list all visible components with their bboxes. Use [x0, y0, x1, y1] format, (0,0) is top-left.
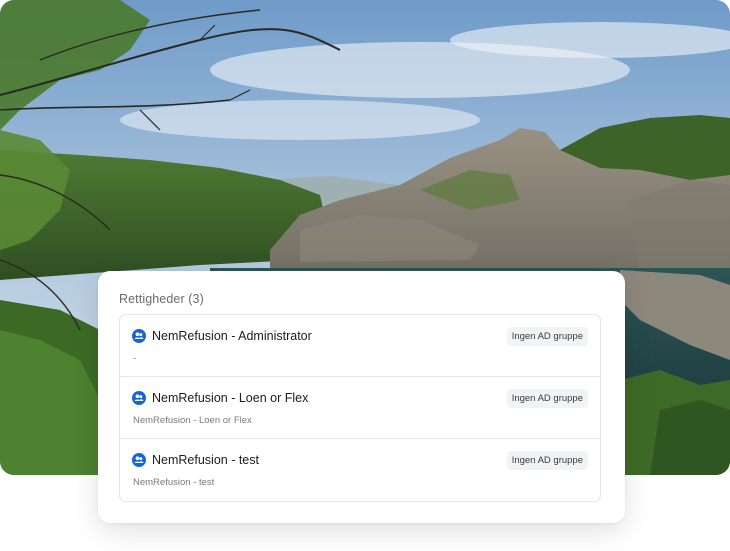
card-title: Rettigheder (3) — [119, 292, 204, 306]
list-item[interactable]: NemRefusion - Loen or Flex Ingen AD grup… — [120, 377, 600, 439]
group-icon — [132, 329, 146, 343]
permission-name: NemRefusion - Loen or Flex — [152, 391, 309, 405]
permission-name: NemRefusion - Administrator — [152, 329, 312, 343]
permission-description: NemRefusion - test — [133, 477, 215, 488]
screenshot-stage: Rettigheder (3) NemRefusion - Administra… — [0, 0, 730, 551]
ad-group-badge: Ingen AD gruppe — [506, 327, 588, 346]
rettigheder-card: Rettigheder (3) NemRefusion - Administra… — [98, 271, 625, 523]
ad-group-badge: Ingen AD gruppe — [506, 451, 588, 470]
list-item[interactable]: NemRefusion - Administrator Ingen AD gru… — [120, 315, 600, 377]
group-icon — [132, 391, 146, 405]
permissions-list: NemRefusion - Administrator Ingen AD gru… — [119, 314, 601, 502]
permission-description: - — [133, 353, 137, 364]
permission-name: NemRefusion - test — [152, 453, 259, 467]
group-icon — [132, 453, 146, 467]
permission-description: NemRefusion - Loen or Flex — [133, 415, 252, 426]
list-item[interactable]: NemRefusion - test Ingen AD gruppe NemRe… — [120, 439, 600, 501]
ad-group-badge: Ingen AD gruppe — [506, 389, 588, 408]
